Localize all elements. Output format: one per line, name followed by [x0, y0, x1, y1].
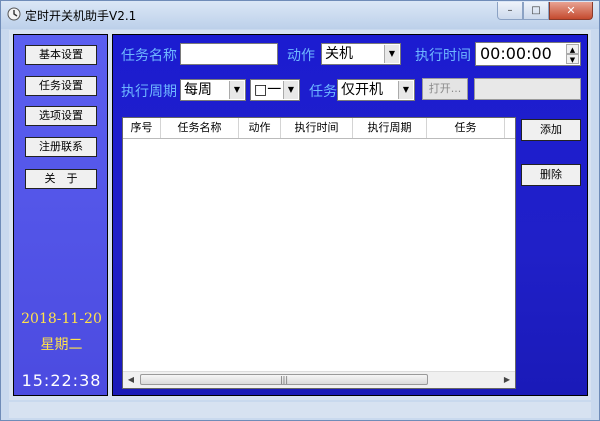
options-settings-button[interactable]: 选项设置: [25, 106, 97, 126]
task-type-select[interactable]: 仅开机 ▼: [337, 79, 415, 101]
exec-time-input[interactable]: 00:00:00 ▲ ▼: [475, 42, 581, 66]
action-select-value: 关机: [325, 46, 353, 62]
chevron-down-icon: ▼: [384, 45, 399, 63]
path-field[interactable]: [474, 78, 581, 100]
main-panel: 任务名称 动作 关机 ▼ 执行时间 00:00:00 ▲ ▼ 执行周期 每周 ▼: [112, 34, 588, 396]
action-label: 动作: [287, 48, 315, 64]
cycle-select[interactable]: 每周 ▼: [180, 79, 246, 101]
open-button[interactable]: 打开...: [422, 78, 468, 100]
scroll-right-icon[interactable]: ▶: [499, 372, 515, 388]
sidebar: 基本设置 任务设置 选项设置 注册联系 关 于 2018-11-20 星期二 1…: [13, 34, 108, 396]
col-exec-cycle[interactable]: 执行周期: [353, 118, 427, 138]
current-date: 2018-11-20: [21, 311, 102, 327]
current-time: 15:22:38: [21, 371, 102, 390]
day-select[interactable]: □一 ▼: [250, 79, 300, 101]
list-header: 序号 任务名称 动作 执行时间 执行周期 任务: [123, 118, 515, 139]
action-select[interactable]: 关机 ▼: [321, 43, 401, 65]
current-weekday: 星期二: [40, 337, 83, 353]
basic-settings-button[interactable]: 基本设置: [25, 45, 97, 65]
register-contact-button[interactable]: 注册联系: [25, 137, 97, 157]
maximize-button[interactable]: □: [523, 2, 549, 20]
close-button[interactable]: ✕: [549, 2, 593, 20]
chevron-down-icon: ▼: [283, 81, 298, 99]
title-bar[interactable]: 定时开关机助手V2.1 – □ ✕: [1, 1, 599, 29]
spin-up-icon[interactable]: ▲: [566, 44, 579, 54]
task-name-input[interactable]: [180, 43, 278, 65]
window-title: 定时开关机助手V2.1: [25, 9, 137, 23]
add-button[interactable]: 添加: [521, 119, 581, 141]
spin-down-icon[interactable]: ▼: [566, 54, 579, 64]
day-select-value: □一: [254, 82, 282, 98]
col-index[interactable]: 序号: [123, 118, 161, 138]
app-icon: [7, 7, 21, 21]
client-area: 基本设置 任务设置 选项设置 注册联系 关 于 2018-11-20 星期二 1…: [9, 30, 591, 400]
minimize-button[interactable]: –: [497, 2, 523, 20]
app-window: 定时开关机助手V2.1 – □ ✕ 基本设置 任务设置 选项设置 注册联系 关 …: [0, 0, 600, 421]
col-task[interactable]: 任务: [427, 118, 505, 138]
task-type-label: 任务: [309, 84, 337, 100]
scrollbar-thumb[interactable]: |||: [140, 374, 428, 385]
horizontal-scrollbar[interactable]: ◀ ||| ▶: [123, 371, 515, 388]
exec-time-label: 执行时间: [415, 48, 471, 64]
chevron-down-icon: ▼: [229, 81, 244, 99]
cycle-select-value: 每周: [184, 82, 212, 98]
cycle-label: 执行周期: [121, 84, 177, 100]
exec-time-value: 00:00:00: [480, 44, 552, 63]
task-name-label: 任务名称: [121, 48, 177, 64]
task-type-select-value: 仅开机: [341, 82, 383, 98]
status-bar: [9, 402, 591, 418]
task-list[interactable]: 序号 任务名称 动作 执行时间 执行周期 任务 ◀ ||| ▶: [122, 117, 516, 389]
col-exec-time[interactable]: 执行时间: [281, 118, 353, 138]
time-spinner[interactable]: ▲ ▼: [566, 44, 579, 64]
delete-button[interactable]: 删除: [521, 164, 581, 186]
scroll-left-icon[interactable]: ◀: [123, 372, 139, 388]
about-button[interactable]: 关 于: [25, 169, 97, 189]
col-action[interactable]: 动作: [239, 118, 281, 138]
chevron-down-icon: ▼: [398, 81, 413, 99]
task-settings-button[interactable]: 任务设置: [25, 76, 97, 96]
col-task-name[interactable]: 任务名称: [161, 118, 239, 138]
